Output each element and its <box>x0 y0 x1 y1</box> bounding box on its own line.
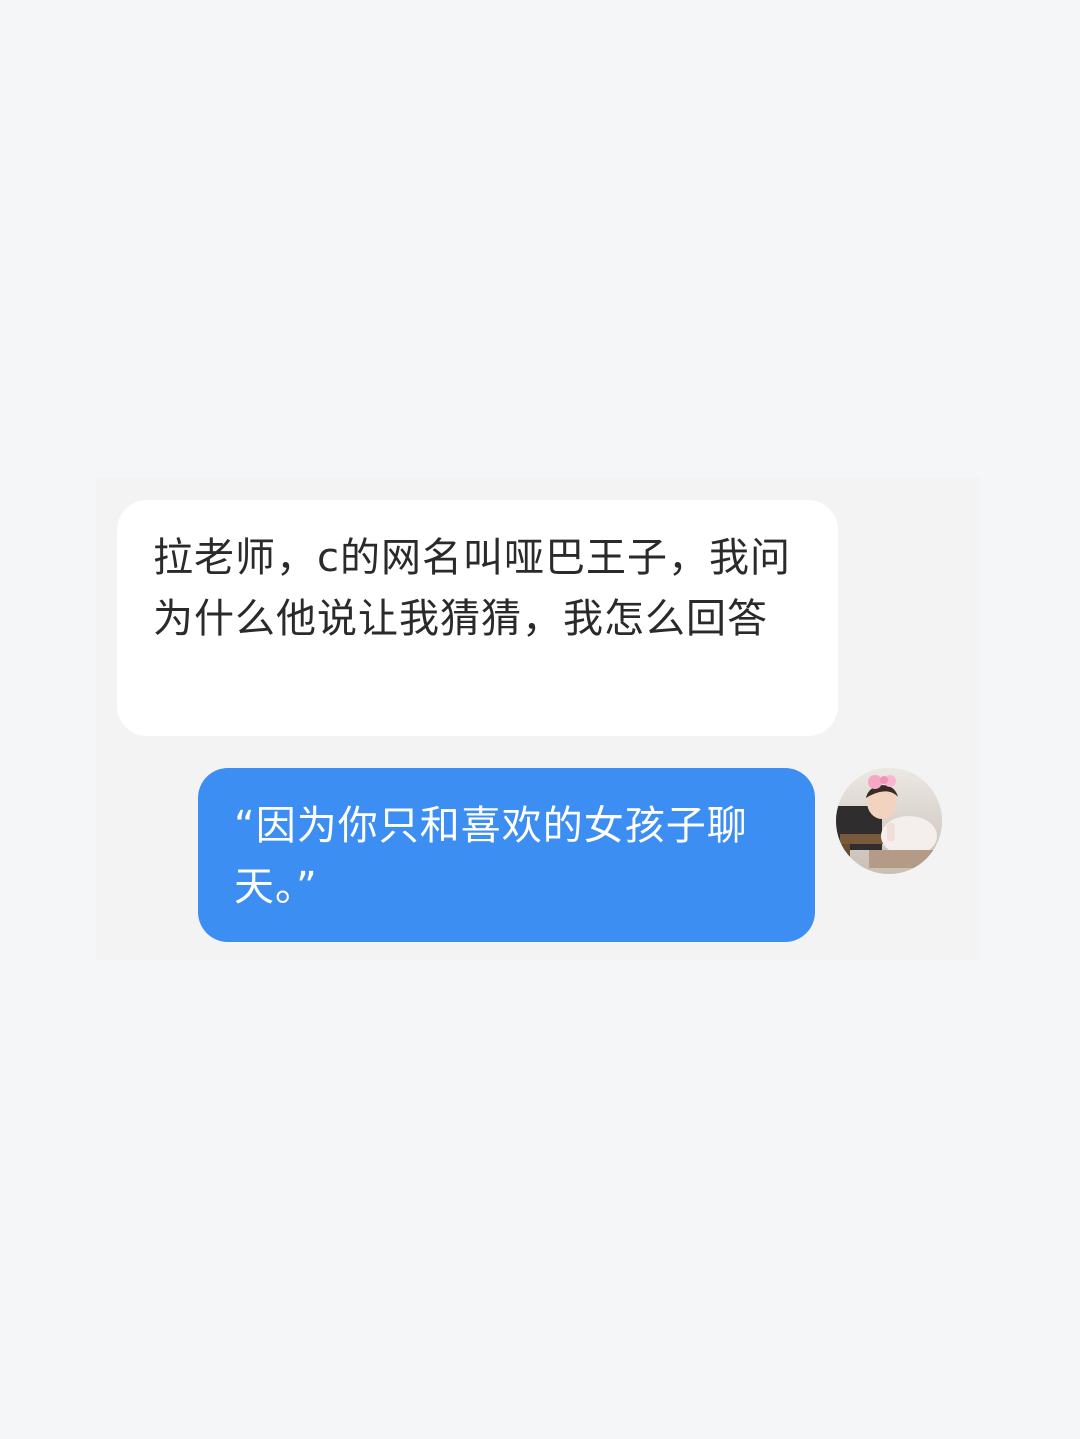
outgoing-message-bubble[interactable]: “因为你只和喜欢的女孩子聊天。” <box>198 768 815 942</box>
chat-screen: 拉老师，c的网名叫哑巴王子，我问为什么他说让我猜猜，我怎么回答 “因为你只和喜欢… <box>0 0 1080 1439</box>
user-avatar[interactable] <box>836 768 942 874</box>
incoming-message-bubble[interactable]: 拉老师，c的网名叫哑巴王子，我问为什么他说让我猜猜，我怎么回答 <box>117 500 838 736</box>
avatar-photo-icon <box>836 768 942 874</box>
